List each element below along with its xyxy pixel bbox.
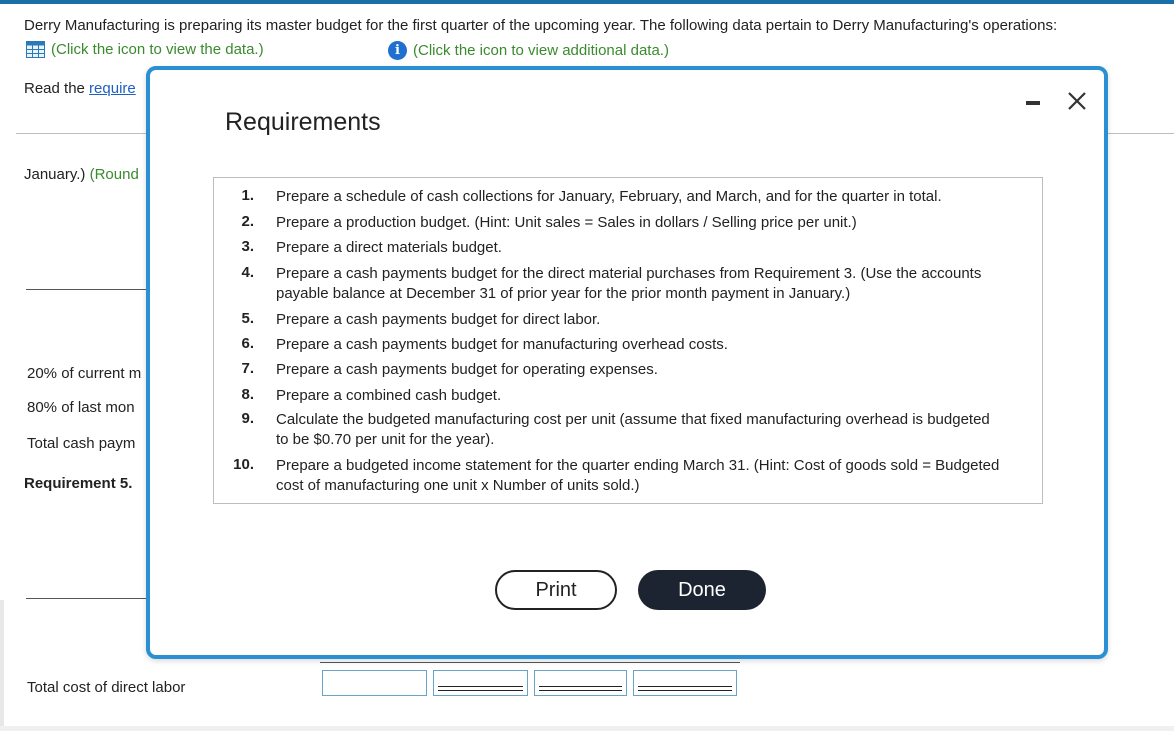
january-text: January.) (Round bbox=[24, 166, 139, 183]
info-icon[interactable]: i bbox=[388, 41, 407, 60]
january-label: January.) bbox=[24, 166, 86, 183]
round-note: (Round bbox=[89, 166, 139, 183]
requirement-text: Prepare a cash payments budget for direc… bbox=[276, 311, 601, 328]
print-button[interactable]: Print bbox=[495, 570, 617, 610]
requirement-number: 1. bbox=[241, 187, 254, 204]
minimize-icon[interactable] bbox=[1026, 101, 1040, 105]
last-month-label: 80% of last mon bbox=[27, 399, 135, 416]
close-icon[interactable] bbox=[1064, 88, 1090, 114]
top-accent-bar bbox=[0, 0, 1174, 4]
requirement-number: 4. bbox=[241, 264, 254, 281]
total-cash-payments-label: Total cash paym bbox=[27, 435, 136, 452]
view-data-link[interactable]: (Click the icon to view the data.) bbox=[26, 41, 264, 58]
input-underline-2 bbox=[26, 598, 148, 599]
done-button[interactable]: Done bbox=[638, 570, 766, 610]
read-requirements: Read the require bbox=[24, 80, 136, 97]
intro-text: Derry Manufacturing is preparing its mas… bbox=[24, 17, 1058, 34]
requirement-number: 7. bbox=[241, 360, 254, 377]
requirement-number: 3. bbox=[241, 238, 254, 255]
direct-labor-input-quarter-1[interactable] bbox=[322, 670, 427, 696]
requirement-text: Prepare a cash payments budget for manuf… bbox=[276, 336, 728, 353]
table-rule bbox=[320, 662, 740, 663]
requirement-text: Prepare a schedule of cash collections f… bbox=[276, 188, 942, 205]
requirements-list: 1. Prepare a schedule of cash collections… bbox=[213, 177, 1043, 504]
direct-labor-total-january[interactable] bbox=[433, 670, 528, 696]
bottom-strip bbox=[0, 726, 1174, 731]
divider-right bbox=[1108, 133, 1174, 134]
direct-labor-total-march[interactable] bbox=[633, 670, 737, 696]
requirement-5-heading: Requirement 5. bbox=[24, 475, 133, 492]
dialog-title: Requirements bbox=[225, 108, 381, 136]
requirement-text: Prepare a budgeted income statement for … bbox=[276, 457, 1000, 494]
requirement-text: Prepare a production budget. (Hint: Unit… bbox=[276, 214, 857, 231]
requirement-number: 9. bbox=[241, 410, 254, 427]
table-grid-icon[interactable] bbox=[26, 41, 45, 58]
requirement-number: 8. bbox=[241, 386, 254, 403]
view-additional-data-label[interactable]: (Click the icon to view additional data.… bbox=[413, 42, 669, 59]
requirement-text: Prepare a direct materials budget. bbox=[276, 239, 502, 256]
requirements-dialog: Requirements 1. Prepare a schedule of cas… bbox=[146, 66, 1108, 659]
requirement-number: 6. bbox=[241, 335, 254, 352]
total-direct-labor-label: Total cost of direct labor bbox=[27, 679, 186, 696]
requirement-text: Calculate the budgeted manufacturing cos… bbox=[276, 411, 990, 448]
requirements-link[interactable]: require bbox=[89, 80, 136, 97]
view-data-label[interactable]: (Click the icon to view the data.) bbox=[51, 41, 264, 58]
requirement-text: Prepare a cash payments budget for the d… bbox=[276, 265, 982, 302]
read-requirements-prefix: Read the bbox=[24, 80, 90, 97]
left-rail bbox=[0, 600, 4, 731]
requirement-number: 2. bbox=[241, 213, 254, 230]
requirement-text: Prepare a cash payments budget for opera… bbox=[276, 361, 658, 378]
divider-left bbox=[16, 133, 150, 134]
view-additional-data-link[interactable]: i (Click the icon to view additional dat… bbox=[388, 41, 669, 60]
input-underline-1 bbox=[26, 289, 148, 290]
requirement-text: Prepare a combined cash budget. bbox=[276, 387, 502, 404]
current-month-label: 20% of current m bbox=[27, 365, 142, 382]
requirement-number: 5. bbox=[241, 310, 254, 327]
direct-labor-total-february[interactable] bbox=[534, 670, 627, 696]
requirement-number: 10. bbox=[233, 456, 254, 473]
